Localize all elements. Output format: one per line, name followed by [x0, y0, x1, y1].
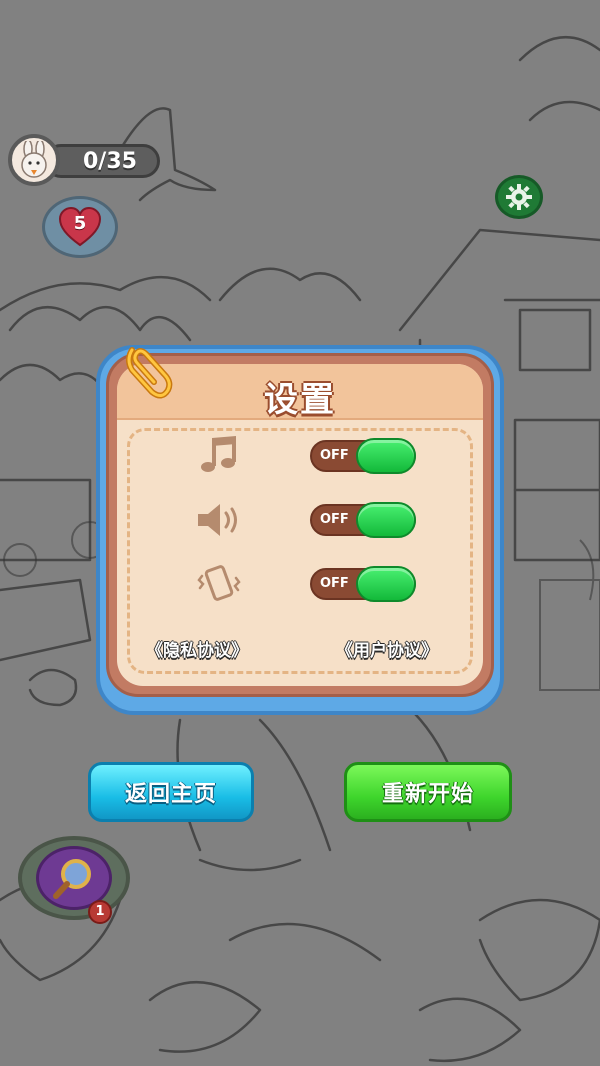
- music-toggle-label: OFF: [320, 448, 349, 463]
- vibration-icon: [196, 564, 244, 604]
- rabbit-icon: [8, 134, 60, 186]
- speaker-icon: [196, 500, 244, 540]
- music-setting-row: OFF: [196, 436, 426, 476]
- settings-gear-button[interactable]: [495, 175, 543, 219]
- return-home-button[interactable]: 返回主页: [88, 762, 254, 822]
- paperclip-icon: [118, 340, 176, 404]
- music-note-icon: [196, 436, 244, 476]
- vibration-toggle-label: OFF: [320, 576, 349, 591]
- vibration-setting-row: OFF: [196, 564, 426, 604]
- user-agreement-link[interactable]: 《用户协议》: [336, 636, 438, 661]
- lives-button[interactable]: 5: [42, 196, 118, 258]
- restart-button[interactable]: 重新开始: [344, 762, 512, 822]
- rabbit-counter: 0/35: [8, 132, 160, 188]
- music-toggle-knob: [356, 438, 416, 474]
- sound-setting-row: OFF: [196, 500, 426, 540]
- rabbit-count-text: 0/35: [44, 144, 160, 178]
- vibration-toggle[interactable]: OFF: [310, 566, 416, 602]
- hint-count-badge: 1: [88, 900, 112, 924]
- lives-count: 5: [73, 213, 87, 234]
- privacy-policy-link[interactable]: 《隐私协议》: [146, 636, 248, 661]
- sound-toggle-label: OFF: [320, 512, 349, 527]
- gear-icon: [506, 184, 532, 210]
- magnifier-icon: [53, 859, 91, 899]
- hint-button[interactable]: [18, 836, 130, 920]
- vibration-toggle-knob: [356, 566, 416, 602]
- sound-toggle-knob: [356, 502, 416, 538]
- sound-toggle[interactable]: OFF: [310, 502, 416, 538]
- music-toggle[interactable]: OFF: [310, 438, 416, 474]
